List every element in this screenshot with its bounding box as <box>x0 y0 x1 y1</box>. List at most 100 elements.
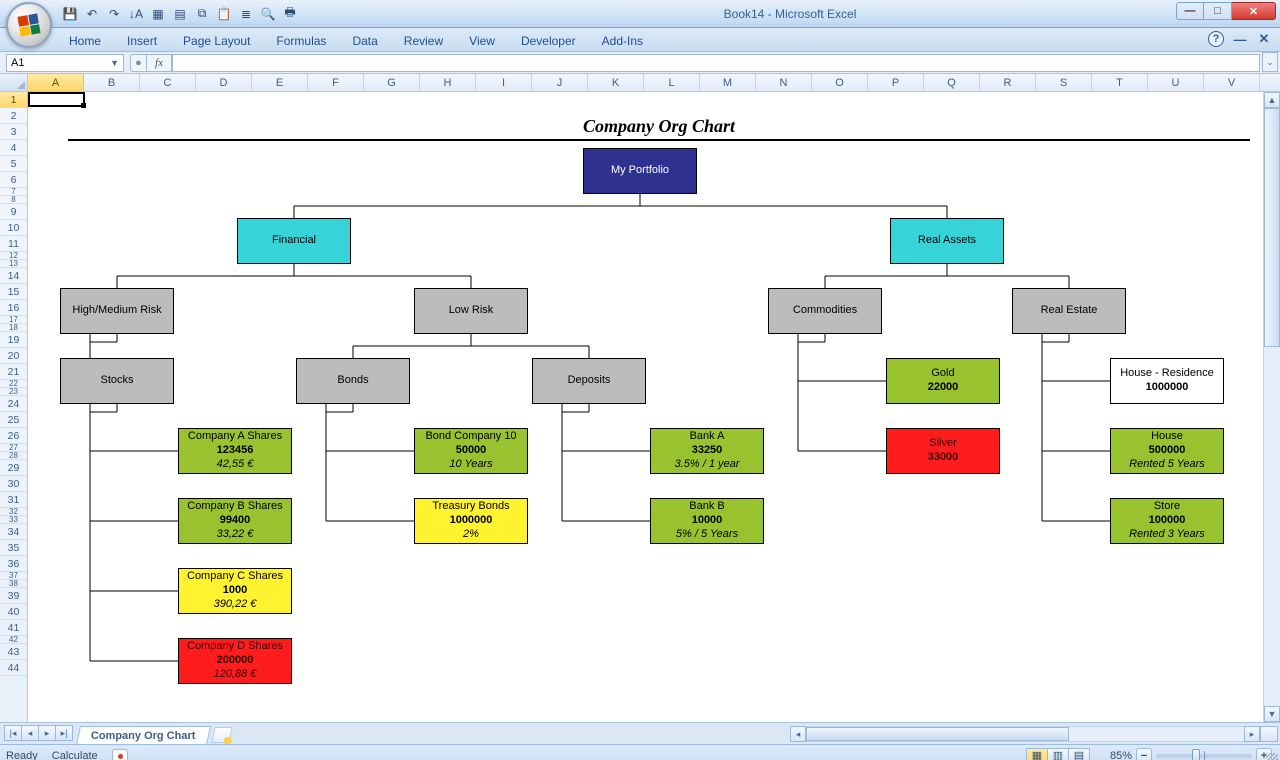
view-page-layout-button[interactable]: ▥ <box>1047 748 1069 760</box>
column-header[interactable]: E <box>252 74 308 91</box>
row-header[interactable]: 4 <box>0 140 27 156</box>
row-header[interactable]: 13 <box>0 260 27 268</box>
ribbon-tab-developer[interactable]: Developer <box>508 29 589 52</box>
column-header[interactable]: N <box>756 74 812 91</box>
print-icon[interactable]: 🖶 <box>280 4 300 24</box>
cell-viewport[interactable]: Company Org Chart My PortfolioFinancialR… <box>28 92 1280 722</box>
vertical-scroll-thumb[interactable] <box>1264 108 1280 347</box>
org-node-bonds[interactable]: Bonds <box>296 358 410 404</box>
org-node-store[interactable]: Store100000Rented 3 Years <box>1110 498 1224 544</box>
row-header[interactable]: 25 <box>0 412 27 428</box>
row-header[interactable]: 21 <box>0 364 27 380</box>
scroll-left-button[interactable]: ◂ <box>790 726 806 742</box>
formula-cancel-icon[interactable]: ● <box>130 54 146 72</box>
org-node-house-res[interactable]: House - Residence1000000 <box>1110 358 1224 404</box>
row-header[interactable]: 23 <box>0 388 27 396</box>
row-header[interactable]: 42 <box>0 636 27 644</box>
paste-icon[interactable]: 📋 <box>214 4 234 24</box>
row-header[interactable]: 14 <box>0 268 27 284</box>
column-header[interactable]: B <box>84 74 140 91</box>
column-header[interactable]: M <box>700 74 756 91</box>
row-header[interactable]: 15 <box>0 284 27 300</box>
ribbon-close-window-icon[interactable]: ✕ <box>1256 31 1272 47</box>
scroll-right-button[interactable]: ▸ <box>1244 726 1260 742</box>
new-sheet-icon[interactable] <box>211 727 232 743</box>
org-node-deposits[interactable]: Deposits <box>532 358 646 404</box>
org-node-bankb[interactable]: Bank B100005% / 5 Years <box>650 498 764 544</box>
column-header[interactable]: C <box>140 74 196 91</box>
column-header[interactable]: R <box>980 74 1036 91</box>
column-header[interactable]: P <box>868 74 924 91</box>
row-header[interactable]: 33 <box>0 516 27 524</box>
column-header[interactable]: L <box>644 74 700 91</box>
row-header[interactable]: 20 <box>0 348 27 364</box>
column-header[interactable]: A <box>28 74 84 91</box>
row-header[interactable]: 36 <box>0 556 27 572</box>
ribbon-tab-data[interactable]: Data <box>339 29 390 52</box>
column-header[interactable]: V <box>1204 74 1260 91</box>
sheet-nav-first[interactable]: |◂ <box>4 725 22 741</box>
column-header[interactable]: U <box>1148 74 1204 91</box>
row-header[interactable]: 41 <box>0 620 27 636</box>
help-icon[interactable]: ? <box>1208 31 1224 47</box>
org-node-gold[interactable]: Gold22000 <box>886 358 1000 404</box>
vertical-scrollbar[interactable]: ▲ ▼ <box>1263 92 1280 722</box>
row-header[interactable]: 9 <box>0 204 27 220</box>
sheet-nav-prev[interactable]: ◂ <box>21 725 39 741</box>
row-header[interactable]: 30 <box>0 476 27 492</box>
name-box[interactable]: A1 ▼ <box>6 54 124 72</box>
row-header[interactable]: 2 <box>0 108 27 124</box>
scroll-down-button[interactable]: ▼ <box>1264 706 1280 722</box>
row-header[interactable]: 10 <box>0 220 27 236</box>
scroll-up-button[interactable]: ▲ <box>1264 92 1280 108</box>
ribbon-tab-view[interactable]: View <box>456 29 508 52</box>
select-all-button[interactable] <box>0 74 28 91</box>
view-normal-button[interactable]: ▦ <box>1026 748 1048 760</box>
undo-icon[interactable]: ↶ <box>82 4 102 24</box>
row-header[interactable]: 34 <box>0 524 27 540</box>
org-node-root[interactable]: My Portfolio <box>583 148 697 194</box>
row-header[interactable]: 6 <box>0 172 27 188</box>
row-header[interactable]: 35 <box>0 540 27 556</box>
org-node-tb[interactable]: Treasury Bonds10000002% <box>414 498 528 544</box>
row-header[interactable]: 43 <box>0 644 27 660</box>
column-header[interactable]: T <box>1092 74 1148 91</box>
row-header[interactable]: 1 <box>0 92 27 108</box>
row-header[interactable]: 28 <box>0 452 27 460</box>
org-node-cb[interactable]: Company B Shares9940033,22 € <box>178 498 292 544</box>
list-icon[interactable]: ≣ <box>236 4 256 24</box>
column-header[interactable]: O <box>812 74 868 91</box>
row-header[interactable]: 3 <box>0 124 27 140</box>
column-header[interactable]: S <box>1036 74 1092 91</box>
horizontal-scrollbar[interactable]: ◂ ▸ <box>790 726 1260 742</box>
row-header[interactable]: 26 <box>0 428 27 444</box>
org-node-real[interactable]: Real Assets <box>890 218 1004 264</box>
table2-icon[interactable]: ▤ <box>170 4 190 24</box>
org-node-stocks[interactable]: Stocks <box>60 358 174 404</box>
ribbon-tab-page-layout[interactable]: Page Layout <box>170 29 263 52</box>
office-button[interactable] <box>6 2 52 48</box>
print-preview-icon[interactable]: 🔍 <box>258 4 278 24</box>
org-node-comm[interactable]: Commodities <box>768 288 882 334</box>
sheet-nav-last[interactable]: ▸| <box>55 725 73 741</box>
ribbon-tab-add-ins[interactable]: Add-Ins <box>589 29 656 52</box>
column-header[interactable]: I <box>476 74 532 91</box>
org-node-house[interactable]: House500000Rented 5 Years <box>1110 428 1224 474</box>
fx-label[interactable]: fx <box>146 54 172 72</box>
column-header[interactable]: D <box>196 74 252 91</box>
row-header[interactable]: 38 <box>0 580 27 588</box>
org-node-re[interactable]: Real Estate <box>1012 288 1126 334</box>
ribbon-tab-formulas[interactable]: Formulas <box>263 29 339 52</box>
redo-icon[interactable]: ↷ <box>104 4 124 24</box>
resize-grip[interactable] <box>1266 753 1278 760</box>
sheet-nav-next[interactable]: ▸ <box>38 725 56 741</box>
zoom-slider-thumb[interactable] <box>1192 749 1200 760</box>
zoom-level[interactable]: 85% <box>1110 750 1132 760</box>
row-header[interactable]: 18 <box>0 324 27 332</box>
view-page-break-button[interactable]: ▤ <box>1068 748 1090 760</box>
ribbon-tab-home[interactable]: Home <box>56 29 114 52</box>
table-icon[interactable]: ▦ <box>148 4 168 24</box>
column-header[interactable]: K <box>588 74 644 91</box>
org-node-bc10[interactable]: Bond Company 105000010 Years <box>414 428 528 474</box>
sort-icon[interactable]: ↓A <box>126 4 146 24</box>
